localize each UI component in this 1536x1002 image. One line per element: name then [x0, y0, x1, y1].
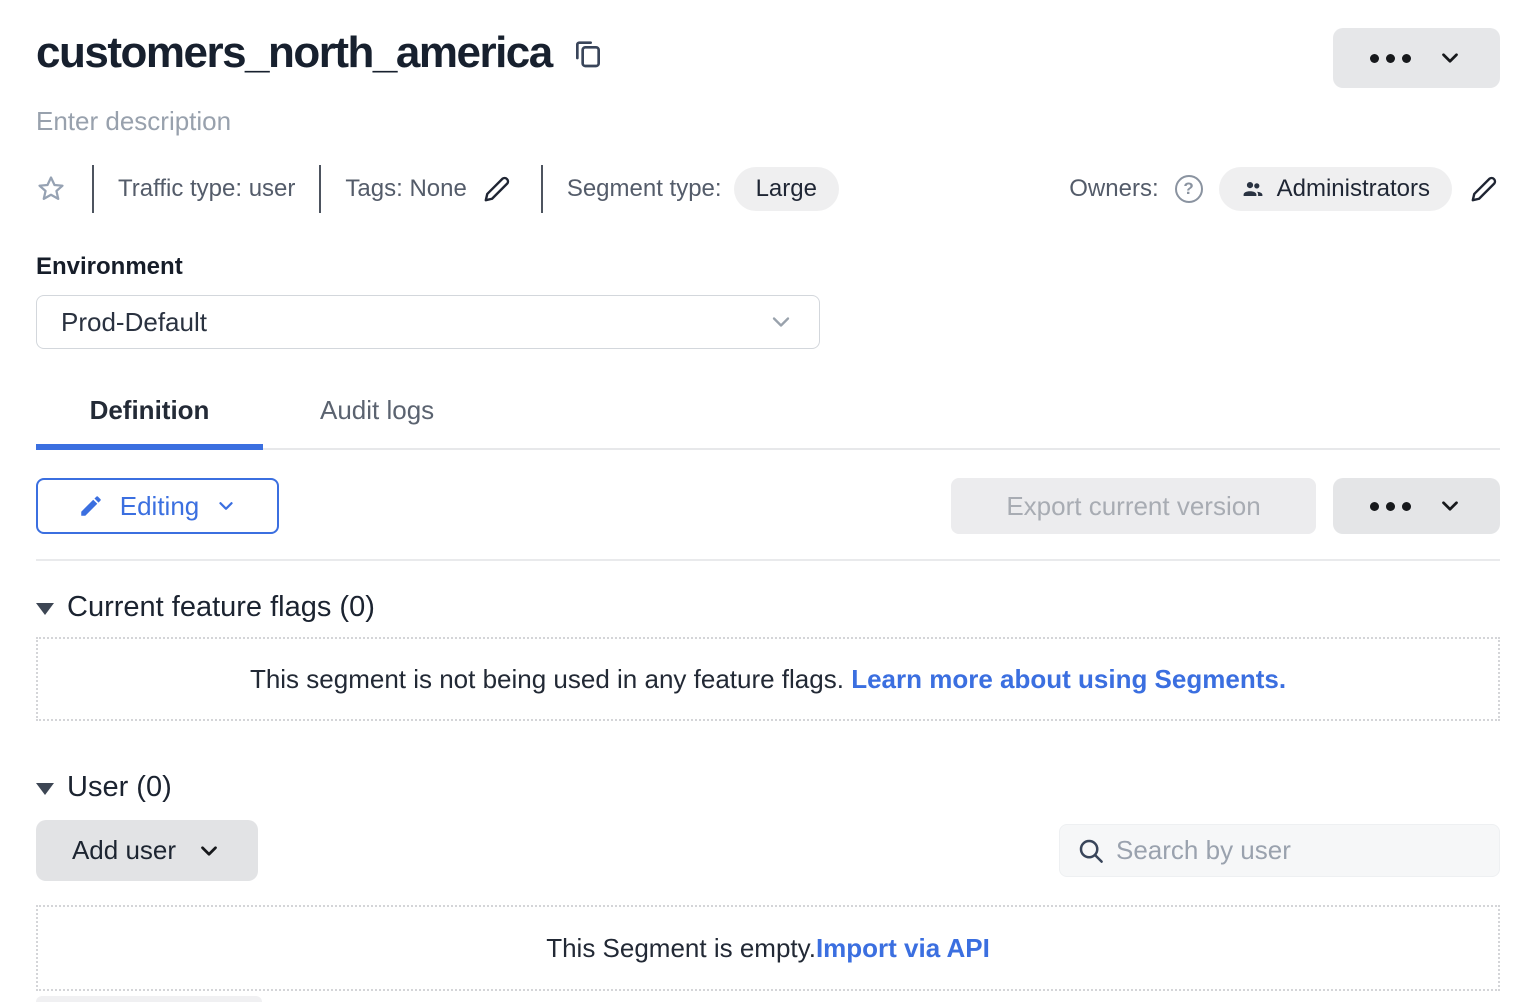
cut-off-element	[36, 996, 262, 1002]
ellipsis-icon	[1370, 502, 1411, 511]
export-current-version-button[interactable]: Export current version	[951, 478, 1316, 534]
chevron-down-icon	[767, 308, 795, 336]
segment-detail-page: customers_north_america Enter descriptio…	[0, 0, 1536, 1002]
pencil-filled-icon	[78, 493, 104, 519]
title-group: customers_north_america	[36, 28, 604, 79]
user-search-box	[1059, 824, 1500, 877]
divider	[541, 165, 543, 213]
search-by-user-input[interactable]	[1116, 835, 1483, 866]
user-section-title: User (0)	[67, 771, 172, 804]
toolbar-right-group: Export current version	[951, 478, 1500, 534]
segment-type-label: Segment type:	[567, 175, 722, 203]
meta-row: Traffic type: user Tags: None Segment ty…	[36, 165, 1500, 213]
definition-toolbar: Editing Export current version	[36, 478, 1500, 534]
title-row: customers_north_america	[36, 28, 1500, 88]
page-title: customers_north_america	[36, 28, 552, 79]
copy-icon[interactable]	[572, 37, 604, 76]
environment-select[interactable]: Prod-Default	[36, 295, 820, 349]
description-field[interactable]: Enter description	[36, 106, 1500, 137]
divider	[92, 165, 94, 213]
chevron-down-icon	[215, 495, 237, 517]
owners-badge: Administrators	[1219, 167, 1452, 211]
user-controls-row: Add user	[36, 820, 1500, 881]
people-icon	[1241, 177, 1265, 201]
environment-selected-value: Prod-Default	[61, 307, 767, 338]
tab-bar: Definition Audit logs	[36, 395, 1500, 450]
user-section-toggle[interactable]: User (0)	[36, 771, 1500, 804]
owners-value: Administrators	[1277, 175, 1430, 203]
chevron-down-icon	[1437, 45, 1463, 71]
chevron-down-icon	[1437, 493, 1463, 519]
feature-flags-empty-text: This segment is not being used in any fe…	[250, 664, 1286, 695]
search-icon	[1076, 836, 1106, 866]
owners-group: Owners: ? Administrators	[1069, 167, 1500, 211]
divider	[319, 165, 321, 213]
edit-owners-pencil-icon[interactable]	[1468, 173, 1500, 205]
user-empty-state: This Segment is empty.Import via API	[36, 905, 1500, 991]
environment-label: Environment	[36, 253, 1500, 281]
import-via-api-link[interactable]: Import via API	[816, 933, 990, 963]
edit-tags-pencil-icon[interactable]	[481, 173, 513, 205]
segment-type-badge: Large	[734, 167, 839, 211]
divider	[36, 559, 1500, 561]
more-actions-button[interactable]	[1333, 28, 1500, 88]
collapse-triangle-icon	[36, 783, 54, 795]
user-empty-text: This Segment is empty.Import via API	[546, 933, 990, 964]
owners-label: Owners:	[1069, 175, 1158, 203]
tab-definition[interactable]: Definition	[36, 395, 263, 448]
owners-help-icon[interactable]: ?	[1175, 175, 1203, 203]
tags-label: Tags: None	[345, 175, 466, 203]
learn-more-link[interactable]: Learn more about using Segments.	[851, 664, 1286, 694]
feature-flags-section-toggle[interactable]: Current feature flags (0)	[36, 591, 1500, 624]
feature-flags-section-title: Current feature flags (0)	[67, 591, 375, 624]
definition-more-button[interactable]	[1333, 478, 1500, 534]
editing-state-label: Editing	[120, 491, 200, 522]
traffic-type-label: Traffic type: user	[118, 175, 295, 203]
favorite-star-icon[interactable]	[36, 174, 66, 204]
active-tab-underline	[36, 444, 263, 450]
tab-audit-logs[interactable]: Audit logs	[320, 395, 434, 448]
chevron-down-icon	[196, 838, 222, 864]
add-user-label: Add user	[72, 835, 176, 866]
add-user-button[interactable]: Add user	[36, 820, 258, 881]
editing-state-button[interactable]: Editing	[36, 478, 279, 534]
ellipsis-icon	[1370, 54, 1411, 63]
collapse-triangle-icon	[36, 603, 54, 615]
feature-flags-empty-state: This segment is not being used in any fe…	[36, 637, 1500, 721]
